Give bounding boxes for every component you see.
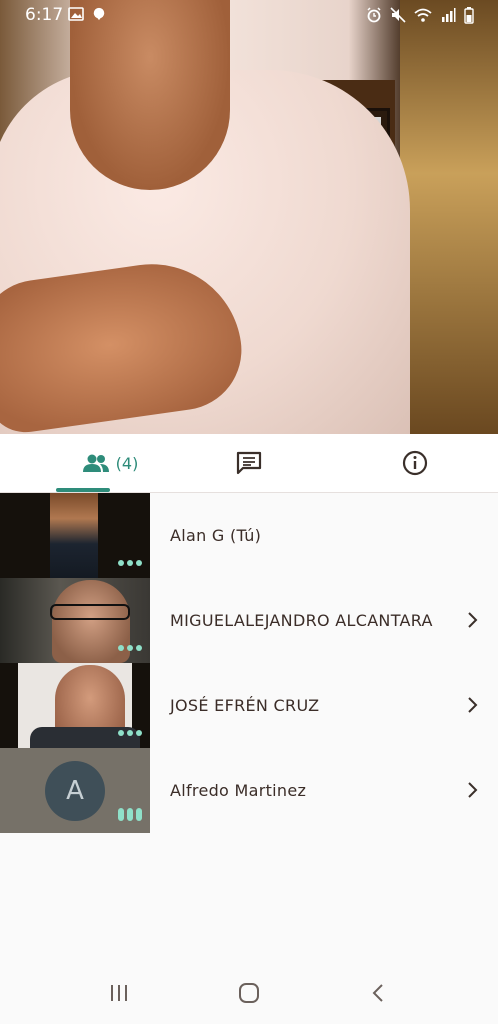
participant-name: Alan G (Tú): [170, 526, 262, 545]
audio-indicator: [118, 645, 142, 651]
participant-video: [0, 493, 150, 578]
participant-name: Alfredo Martinez: [170, 781, 307, 800]
tab-info[interactable]: [366, 434, 464, 492]
participant-count: (4): [115, 453, 139, 473]
participant-row[interactable]: A Alfredo Martinez: [0, 748, 498, 833]
battery-icon: [464, 7, 474, 24]
audio-indicator: [118, 808, 142, 821]
system-nav-bar: [0, 962, 498, 1024]
participant-video: [0, 663, 150, 748]
tab-participants[interactable]: (4): [40, 434, 180, 492]
image-icon: [68, 7, 84, 21]
participant-video: [0, 578, 150, 663]
participant-row[interactable]: JOSÉ EFRÉN CRUZ: [0, 663, 498, 748]
wifi-icon: [414, 8, 432, 22]
participant-name: MIGUELALEJANDRO ALCANTARA: [170, 611, 433, 630]
status-time: 6:17: [25, 5, 64, 25]
participant-name: JOSÉ EFRÉN CRUZ: [170, 696, 320, 715]
tab-bar: (4): [0, 434, 498, 493]
status-bar: 6:17: [0, 0, 498, 30]
signal-icon: [442, 8, 456, 22]
participant-row[interactable]: MIGUELALEJANDRO ALCANTARA: [0, 578, 498, 663]
background-wall: [400, 0, 498, 434]
location-icon: [93, 7, 105, 21]
recents-icon[interactable]: [108, 982, 130, 1004]
chevron-right-icon[interactable]: [464, 781, 482, 799]
main-video[interactable]: [0, 0, 498, 434]
participant-row: Alan G (Tú): [0, 493, 498, 578]
people-icon: [82, 454, 109, 472]
audio-indicator: [118, 730, 142, 736]
active-tab-indicator: [56, 488, 110, 492]
chat-icon: [236, 451, 262, 475]
info-icon: [402, 450, 428, 476]
participant-list: Alan G (Tú) MIGUELALEJANDRO ALCANTARA JO…: [0, 493, 498, 833]
alarm-icon: [367, 7, 381, 23]
home-icon[interactable]: [238, 982, 260, 1004]
chevron-right-icon[interactable]: [464, 696, 482, 714]
audio-indicator: [118, 560, 142, 566]
back-icon[interactable]: [368, 982, 390, 1004]
avatar: A: [45, 761, 105, 821]
participant-video: A: [0, 748, 150, 833]
mute-icon: [390, 7, 406, 23]
tab-chat[interactable]: [200, 434, 298, 492]
chevron-right-icon[interactable]: [464, 611, 482, 629]
